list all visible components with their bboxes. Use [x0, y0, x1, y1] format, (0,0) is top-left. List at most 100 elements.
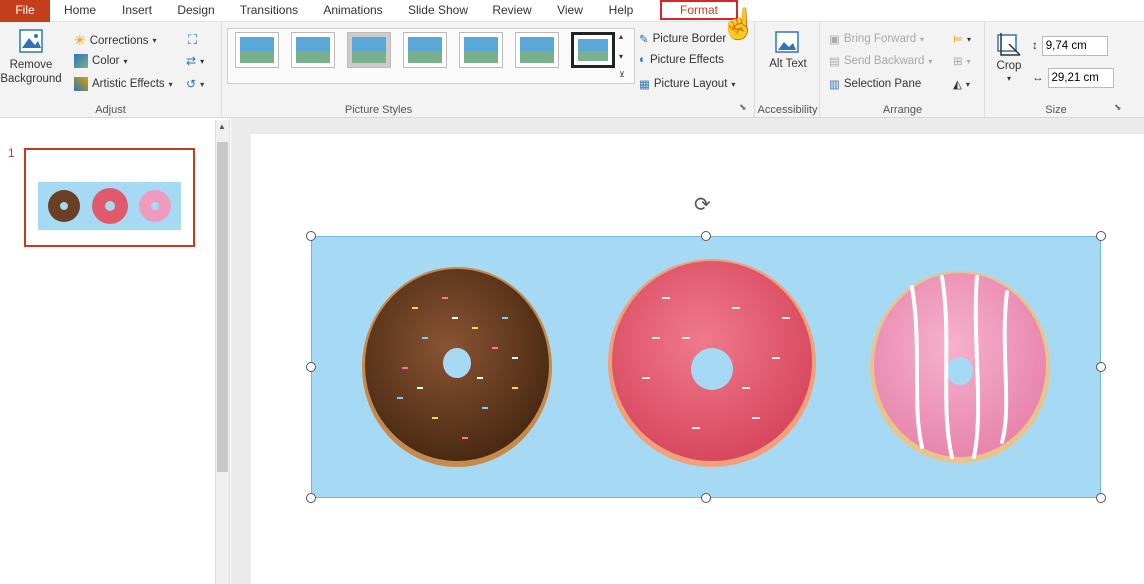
send-backward-button[interactable]: ▤ Send Backward ▾	[829, 54, 932, 68]
resize-handle-right[interactable]	[1096, 362, 1106, 372]
picture-effects-label: Picture Effects	[649, 54, 724, 66]
tab-animations[interactable]: Animations	[318, 0, 388, 22]
tab-design[interactable]: Design	[172, 0, 220, 22]
chevron-down-icon: ▾	[200, 56, 205, 66]
picture-effects-icon: ◐	[639, 54, 646, 66]
width-control: ↔	[1032, 68, 1114, 88]
group-label-picture-styles: Picture Styles	[344, 104, 413, 116]
width-icon: ↔	[1032, 72, 1044, 84]
corrections-icon: ✳	[74, 32, 86, 48]
tab-help[interactable]: Help	[604, 0, 638, 22]
picture-styles-launcher[interactable]: ⬊	[739, 102, 747, 113]
crop-label: Crop	[996, 60, 1022, 72]
artistic-effects-label: Artistic Effects	[92, 78, 165, 90]
tab-transitions[interactable]: Transitions	[236, 0, 302, 22]
chevron-down-icon: ▾	[168, 79, 173, 89]
picture-style-4[interactable]	[403, 32, 447, 68]
group-objects-button[interactable]: ⊞ ▾	[953, 54, 971, 68]
bring-forward-button[interactable]: ▣ Bring Forward ▾	[829, 32, 924, 46]
ribbon: Remove Background ✳ Corrections ▾ Color …	[0, 22, 1144, 118]
height-input[interactable]	[1041, 36, 1108, 56]
alt-text-button[interactable]: Alt Text	[766, 30, 810, 71]
picture-style-7[interactable]	[571, 32, 615, 68]
picture-style-5[interactable]	[459, 32, 503, 68]
send-backward-label: Send Backward	[843, 55, 925, 67]
chevron-down-icon: ▾	[1006, 74, 1011, 83]
width-input[interactable]	[1047, 68, 1114, 88]
slide-thumbnail-1[interactable]	[24, 148, 195, 247]
slide[interactable]: ⟳	[251, 134, 1144, 584]
picture-style-6[interactable]	[515, 32, 559, 68]
change-picture-button[interactable]: ⇄ ▾	[186, 54, 204, 68]
picture-border-button[interactable]: ✎ Picture Border	[639, 32, 726, 46]
resize-handle-top[interactable]	[701, 231, 711, 241]
chevron-down-icon: ▾	[731, 79, 736, 89]
selected-picture[interactable]	[311, 236, 1101, 498]
bring-forward-label: Bring Forward	[843, 33, 917, 45]
color-button[interactable]: Color ▾	[74, 54, 128, 68]
alt-text-icon	[775, 31, 799, 53]
artistic-effects-button[interactable]: Artistic Effects ▾	[74, 77, 173, 91]
slide-number: 1	[8, 146, 15, 160]
gallery-more[interactable]: ⊻	[619, 70, 625, 79]
gallery-scroll-up[interactable]: ▴	[619, 32, 623, 41]
size-launcher[interactable]: ⬊	[1114, 102, 1122, 113]
align-icon: ⊨	[953, 34, 964, 46]
selection-pane-button[interactable]: ▥ Selection Pane	[829, 77, 921, 91]
thumbnail-picture	[38, 182, 181, 230]
chevron-down-icon: ▾	[928, 56, 933, 66]
resize-handle-bottom-left[interactable]	[306, 493, 316, 503]
crop-button[interactable]: Crop ▾	[992, 32, 1026, 83]
rotate-handle-icon[interactable]: ⟳	[694, 192, 711, 217]
change-picture-icon: ⇄	[186, 54, 197, 68]
reset-picture-button[interactable]: ↺ ▾	[186, 77, 204, 91]
tab-review[interactable]: Review	[488, 0, 536, 22]
color-label: Color	[92, 55, 120, 67]
group-arrange: ▣ Bring Forward ▾ ▤ Send Backward ▾ ▥ Se…	[821, 22, 985, 118]
tab-view[interactable]: View	[552, 0, 588, 22]
resize-handle-top-left[interactable]	[306, 231, 316, 241]
chevron-down-icon: ▾	[123, 56, 128, 66]
height-icon: ↕	[1032, 40, 1038, 52]
picture-style-1[interactable]	[235, 32, 279, 68]
tab-file[interactable]: File	[0, 0, 50, 22]
slide-canvas: ⟳	[231, 118, 1144, 584]
crop-icon	[997, 33, 1021, 56]
picture-style-3[interactable]	[347, 32, 391, 68]
picture-style-2[interactable]	[291, 32, 335, 68]
selection-pane-label: Selection Pane	[843, 78, 922, 90]
picture-effects-button[interactable]: ◐ Picture Effects	[639, 54, 724, 66]
align-button[interactable]: ⊨ ▾	[953, 32, 971, 46]
thumbnail-donuts-image	[48, 188, 171, 224]
group-label-arrange: Arrange	[882, 104, 923, 116]
group-label-accessibility: Accessibility	[757, 104, 818, 116]
resize-handle-bottom-right[interactable]	[1096, 493, 1106, 503]
chevron-down-icon: ▾	[966, 56, 971, 66]
resize-handle-left[interactable]	[306, 362, 316, 372]
height-control: ↕	[1032, 36, 1108, 56]
bring-forward-icon: ▣	[829, 34, 840, 46]
compress-pictures-button[interactable]: ⛶	[188, 32, 197, 48]
slides-panel: 1	[0, 118, 230, 584]
picture-layout-button[interactable]: ▦ Picture Layout ▾	[639, 77, 735, 91]
hand-cursor-icon: ☝	[720, 8, 758, 41]
rotate-button[interactable]: ◭ ▾	[953, 77, 970, 91]
picture-layout-label: Picture Layout	[653, 78, 728, 90]
send-backward-icon: ▤	[829, 56, 840, 68]
slides-panel-scrollbar[interactable]: ▲	[215, 120, 229, 584]
scroll-up-icon[interactable]: ▲	[218, 122, 226, 131]
resize-handle-bottom[interactable]	[701, 493, 711, 503]
group-objects-icon: ⊞	[953, 56, 963, 68]
chevron-down-icon: ▾	[967, 34, 972, 44]
corrections-button[interactable]: ✳ Corrections ▾	[74, 32, 157, 49]
group-accessibility: Alt Text Accessibility	[756, 22, 820, 118]
tab-home[interactable]: Home	[58, 0, 102, 22]
scroll-thumb[interactable]	[217, 142, 228, 472]
ribbon-tabs: File Home Insert Design Transitions Anim…	[0, 0, 1144, 22]
color-icon	[74, 54, 88, 68]
tab-insert[interactable]: Insert	[117, 0, 157, 22]
resize-handle-top-right[interactable]	[1096, 231, 1106, 241]
remove-background-button[interactable]: Remove Background	[0, 28, 62, 86]
tab-slide-show[interactable]: Slide Show	[404, 0, 472, 22]
gallery-scroll-down[interactable]: ▾	[619, 52, 623, 61]
